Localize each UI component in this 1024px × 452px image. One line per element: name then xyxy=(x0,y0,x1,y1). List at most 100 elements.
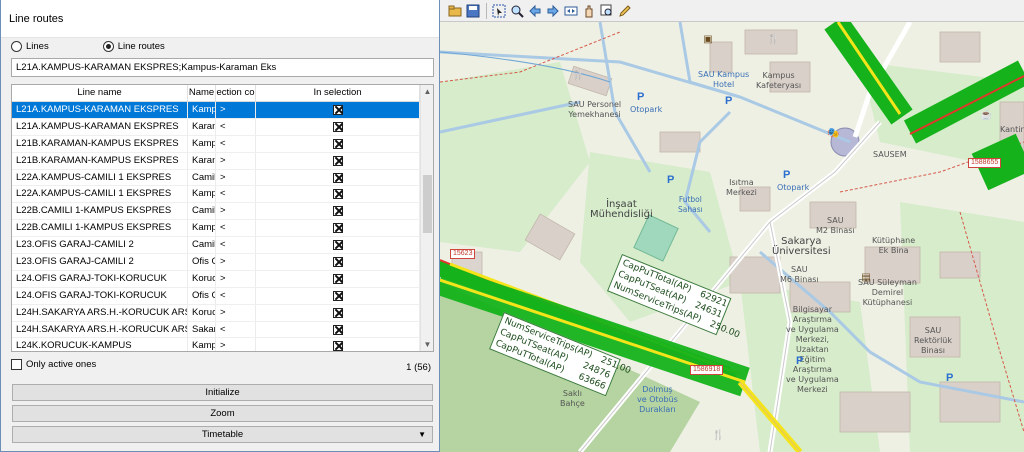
col-line-name[interactable]: Line name xyxy=(12,85,188,101)
only-active-box[interactable] xyxy=(11,359,22,370)
table-row[interactable]: L24H.SAKARYA ARS.H.-KORUCUK ARS. Sakar < xyxy=(12,321,433,339)
parking-icon: P xyxy=(796,355,804,367)
cell-line-name: L24.OFIS GARAJ-TOKI-KORUCUK xyxy=(12,270,188,287)
col-name[interactable]: Name xyxy=(188,85,216,101)
in-selection-checkbox[interactable] xyxy=(332,155,343,166)
cell-in-selection xyxy=(256,287,420,304)
cell-direction: < xyxy=(216,186,256,203)
table-row[interactable]: L22B.CAMILI 1-KAMPUS EKSPRES Camili > xyxy=(12,203,433,221)
zoom-icon[interactable] xyxy=(508,2,526,20)
in-selection-checkbox[interactable] xyxy=(332,121,343,132)
road-badge-1586918: 1586918 xyxy=(690,365,724,375)
table-row[interactable]: L21A.KAMPUS-KARAMAN EKSPRESKaram< xyxy=(12,118,433,136)
cell-line-name: L21B.KARAMAN-KAMPUS EKSPRES xyxy=(12,135,188,152)
line-routes-table: Line name Name ection co In selection L2… xyxy=(11,84,434,352)
radio-lines[interactable]: Lines xyxy=(11,41,49,52)
scroll-thumb[interactable] xyxy=(423,175,432,233)
timetable-label: Timetable xyxy=(201,429,244,440)
forward-icon[interactable] xyxy=(544,2,562,20)
map-view[interactable]: 15623 1586918 1588655 SAU Personel Yemek… xyxy=(440,22,1024,452)
table-row[interactable]: L21A.KAMPUS-KARAMAN EKSPRESKampu> xyxy=(12,102,433,119)
cell-direction: < xyxy=(216,287,256,304)
in-selection-checkbox[interactable] xyxy=(332,240,343,251)
in-selection-checkbox[interactable] xyxy=(332,290,343,301)
map-label-rektorluk: SAU Rektörlük Binası xyxy=(914,326,952,355)
in-selection-checkbox[interactable] xyxy=(332,223,343,234)
col-in-selection[interactable]: In selection xyxy=(256,85,420,101)
open-icon[interactable] xyxy=(446,2,464,20)
radio-line-routes[interactable]: Line routes xyxy=(102,41,165,52)
cell-direction: > xyxy=(216,270,256,287)
cell-name: Koruc xyxy=(188,304,216,321)
table-row[interactable]: L23.OFIS GARAJ-CAMILI 2Ofis G> xyxy=(12,254,433,271)
edit-icon[interactable] xyxy=(616,2,634,20)
cell-direction: < xyxy=(216,237,256,254)
pan-icon[interactable] xyxy=(580,2,598,20)
line-routes-dialog: Line routes Lines Line routes L21A.KAMPU… xyxy=(0,0,440,452)
map-label-insaat: İnşaat Mühendisliği xyxy=(590,199,653,220)
table-row[interactable]: L24H.SAKARYA ARS.H.-KORUCUK ARS. Koruc > xyxy=(12,304,433,322)
cell-line-name: L21A.KAMPUS-KARAMAN EKSPRES xyxy=(12,118,188,135)
table-row[interactable]: L21B.KARAMAN-KAMPUS EKSPRESKaram> xyxy=(12,152,433,170)
cell-line-name: L22B.CAMILI 1-KAMPUS EKSPRES xyxy=(12,220,188,237)
cell-name: Ofis G xyxy=(188,287,216,304)
in-selection-checkbox[interactable] xyxy=(332,273,343,284)
in-selection-checkbox[interactable] xyxy=(332,206,343,217)
cell-in-selection xyxy=(256,135,420,152)
cell-in-selection xyxy=(256,220,420,237)
parking-icon: P xyxy=(946,372,954,384)
cell-line-name: L24.OFIS GARAJ-TOKI-KORUCUK xyxy=(12,287,188,304)
cell-direction: < xyxy=(216,135,256,152)
table-row[interactable]: L24K.KORUCUK-KAMPUSKampu> xyxy=(12,338,433,351)
map-label-sakli: Saklı Bahçe xyxy=(560,389,585,408)
cell-in-selection xyxy=(256,254,420,270)
cell-name: Kampu xyxy=(188,102,216,118)
in-selection-checkbox[interactable] xyxy=(332,138,343,149)
scroll-up-icon[interactable]: ▲ xyxy=(421,85,433,98)
road-badge-1588655: 1588655 xyxy=(968,158,1002,168)
table-row[interactable]: L22A.KAMPUS-CAMILI 1 EKSPRESKampu< xyxy=(12,186,433,204)
in-selection-checkbox[interactable] xyxy=(332,256,343,267)
parking-icon: P xyxy=(667,174,675,186)
filter-field[interactable]: L21A.KAMPUS-KARAMAN EKSPRES;Kampus-Karam… xyxy=(11,58,434,77)
table-row[interactable]: L22B.CAMILI 1-KAMPUS EKSPRESKampu< xyxy=(12,220,433,238)
table-row[interactable]: L23.OFIS GARAJ-CAMILI 2 Camili < xyxy=(12,237,433,255)
radio-line-routes-indicator[interactable] xyxy=(102,41,114,52)
select-icon[interactable] xyxy=(490,2,508,20)
fit-icon[interactable] xyxy=(562,2,580,20)
timetable-button[interactable]: Timetable ▼ xyxy=(12,426,433,443)
table-header: Line name Name ection co In selection xyxy=(12,85,433,102)
cell-line-name: L24H.SAKARYA ARS.H.-KORUCUK ARS. xyxy=(12,304,188,321)
road-badge-15623: 15623 xyxy=(450,249,476,259)
in-selection-checkbox[interactable] xyxy=(332,104,343,115)
in-selection-checkbox[interactable] xyxy=(332,324,343,335)
back-icon[interactable] xyxy=(526,2,544,20)
map-label-kampus-kafe: Kampus Kafeteryası xyxy=(756,71,802,90)
table-scrollbar[interactable]: ▲ ▼ xyxy=(420,85,433,351)
only-active-checkbox[interactable]: Only active ones xyxy=(11,359,96,370)
zoom-button[interactable]: Zoom xyxy=(12,405,433,422)
table-row[interactable]: L22A.KAMPUS-CAMILI 1 EKSPRES Camili > xyxy=(12,169,433,187)
cell-direction: > xyxy=(216,304,256,321)
in-selection-checkbox[interactable] xyxy=(332,341,343,351)
table-row[interactable]: L24.OFIS GARAJ-TOKI-KORUCUKOfis G< xyxy=(12,287,433,305)
map-label-kampus-hotel: SAU Kampus Hotel xyxy=(698,70,750,89)
chevron-down-icon: ▼ xyxy=(418,430,426,439)
theatre-icon: 🎭 xyxy=(827,128,840,139)
table-body: L21A.KAMPUS-KARAMAN EKSPRESKampu>L21A.KA… xyxy=(12,102,433,351)
scroll-down-icon[interactable]: ▼ xyxy=(421,338,433,351)
map-label-m2: SAU M2 Binası xyxy=(816,216,855,235)
initialize-button[interactable]: Initialize xyxy=(12,384,433,401)
table-row[interactable]: L24.OFIS GARAJ-TOKI-KORUCUK Koruc > xyxy=(12,270,433,288)
table-row[interactable]: L21B.KARAMAN-KAMPUS EKSPRESKampu< xyxy=(12,135,433,153)
save-icon[interactable] xyxy=(464,2,482,20)
zoom-box-icon[interactable] xyxy=(598,2,616,20)
in-selection-checkbox[interactable] xyxy=(332,189,343,200)
map-label-sausem: SAUSEM xyxy=(873,150,907,159)
cell-in-selection xyxy=(256,169,420,186)
radio-lines-indicator[interactable] xyxy=(11,41,22,52)
in-selection-checkbox[interactable] xyxy=(332,307,343,318)
col-direction[interactable]: ection co xyxy=(216,85,256,101)
cell-line-name: L22B.CAMILI 1-KAMPUS EKSPRES xyxy=(12,203,188,220)
in-selection-checkbox[interactable] xyxy=(332,172,343,183)
